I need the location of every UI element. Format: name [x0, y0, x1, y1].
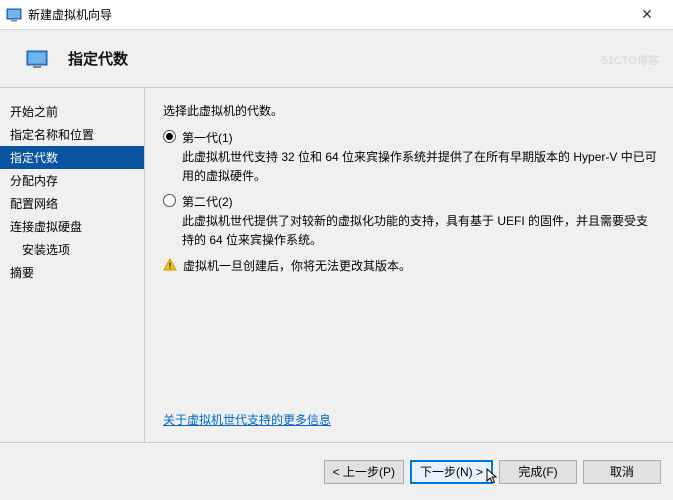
nav-name-location[interactable]: 指定名称和位置	[0, 123, 144, 146]
wizard-body: 开始之前 指定名称和位置 指定代数 分配内存 配置网络 连接虚拟硬盘 安装选项 …	[0, 88, 673, 442]
wizard-content: 选择此虚拟机的代数。 第一代(1) 此虚拟机世代支持 32 位和 64 位来宾操…	[145, 88, 673, 442]
nav-generation[interactable]: 指定代数	[0, 146, 144, 169]
wizard-nav: 开始之前 指定名称和位置 指定代数 分配内存 配置网络 连接虚拟硬盘 安装选项 …	[0, 88, 145, 442]
page-title: 指定代数	[68, 48, 128, 69]
wizard-footer: < 上一步(P) 下一步(N) > 完成(F) 取消	[0, 442, 673, 500]
nav-memory[interactable]: 分配内存	[0, 169, 144, 192]
nav-vhd[interactable]: 连接虚拟硬盘	[0, 215, 144, 238]
back-button[interactable]: < 上一步(P)	[324, 460, 404, 484]
gen1-description: 此虚拟机世代支持 32 位和 64 位来宾操作系统并提供了在所有早期版本的 Hy…	[182, 148, 657, 185]
close-button[interactable]: ✕	[627, 6, 667, 23]
wizard-icon	[26, 48, 48, 70]
warning-text: 虚拟机一旦创建后，你将无法更改其版本。	[183, 257, 411, 274]
app-icon	[6, 7, 22, 23]
radio-gen2[interactable]	[163, 194, 176, 207]
nav-before-begin[interactable]: 开始之前	[0, 100, 144, 123]
nav-summary[interactable]: 摘要	[0, 261, 144, 284]
instruction-text: 选择此虚拟机的代数。	[163, 102, 657, 119]
wizard-header: 指定代数	[0, 30, 673, 88]
window-title: 新建虚拟机向导	[28, 6, 627, 23]
cancel-button[interactable]: 取消	[583, 460, 661, 484]
radio-gen1-label: 第一代(1)	[182, 129, 233, 146]
title-bar: 新建虚拟机向导 ✕	[0, 0, 673, 30]
nav-network[interactable]: 配置网络	[0, 192, 144, 215]
option-gen1-row[interactable]: 第一代(1)	[163, 129, 657, 146]
option-gen2-row[interactable]: 第二代(2)	[163, 193, 657, 210]
finish-button[interactable]: 完成(F)	[499, 460, 577, 484]
next-button[interactable]: 下一步(N) >	[410, 460, 493, 484]
more-info-link[interactable]: 关于虚拟机世代支持的更多信息	[163, 411, 331, 428]
gen2-description: 此虚拟机世代提供了对较新的虚拟化功能的支持，具有基于 UEFI 的固件，并且需要…	[182, 212, 657, 249]
warning-icon	[163, 258, 177, 272]
nav-install-options[interactable]: 安装选项	[0, 238, 144, 261]
warning-row: 虚拟机一旦创建后，你将无法更改其版本。	[163, 257, 657, 274]
radio-gen2-label: 第二代(2)	[182, 193, 233, 210]
radio-gen1[interactable]	[163, 130, 176, 143]
